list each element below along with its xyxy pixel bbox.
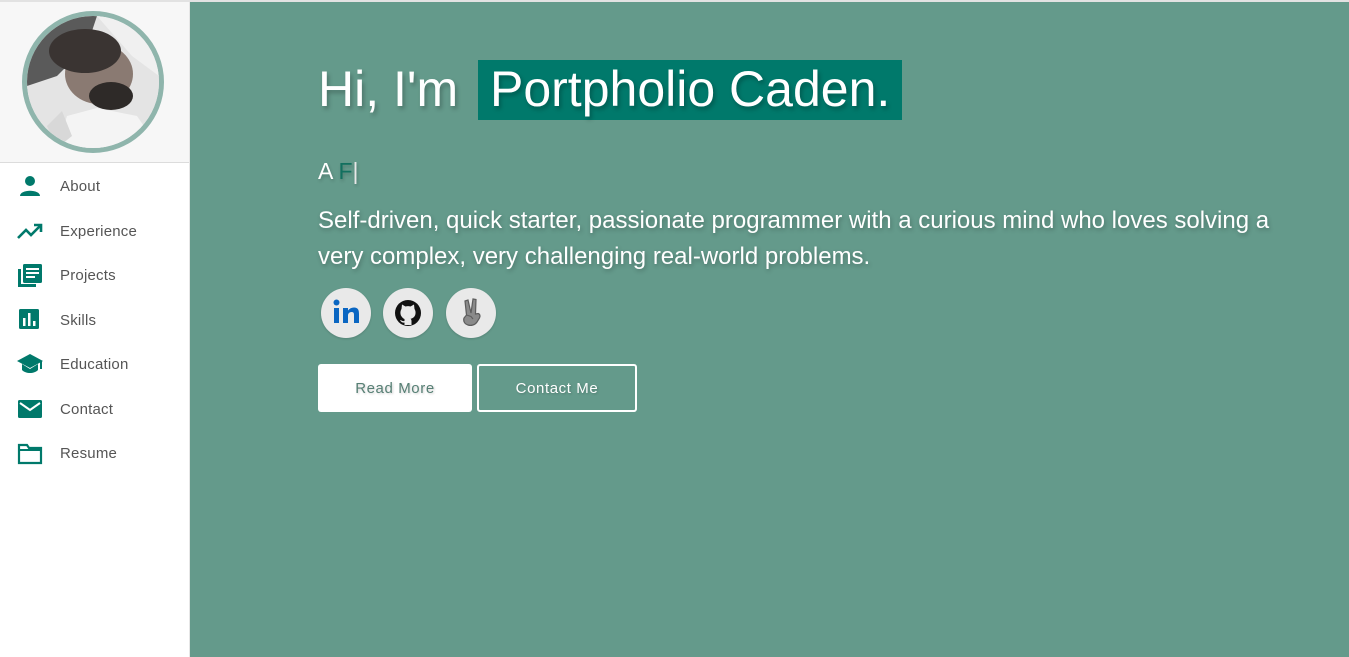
hero-title: Hi, I'm Portpholio Caden. <box>318 60 903 120</box>
sidebar-item-label: Projects <box>60 267 116 284</box>
sidebar-item-skills[interactable]: Skills <box>0 302 189 338</box>
peace-hand-icon <box>463 298 481 326</box>
sidebar: About Experience Projects Skills Educati… <box>0 2 190 657</box>
trending-up-icon <box>16 219 44 245</box>
read-more-button[interactable]: Read More <box>318 364 472 412</box>
sidebar-item-label: Experience <box>60 223 138 240</box>
github-icon <box>395 300 421 326</box>
graduation-cap-icon <box>16 352 44 378</box>
hero-bio: Self-driven, quick starter, passionate p… <box>318 207 1270 270</box>
sidebar-item-label: Skills <box>60 312 97 329</box>
linkedin-link[interactable] <box>321 288 371 338</box>
sidebar-item-about[interactable]: About <box>0 168 189 204</box>
sidebar-item-education[interactable]: Education <box>0 346 189 382</box>
peace-link[interactable] <box>446 288 496 338</box>
sidebar-item-experience[interactable]: Experience <box>0 213 189 249</box>
typing-cursor: | <box>352 158 359 184</box>
sidebar-item-projects[interactable]: Projects <box>0 257 189 293</box>
sidebar-item-label: About <box>60 178 101 195</box>
sidebar-item-label: Contact <box>60 401 114 418</box>
avatar <box>22 11 164 153</box>
avatar-photo <box>27 16 159 148</box>
github-link[interactable] <box>383 288 433 338</box>
hero-section: Hi, I'm Portpholio Caden. A F| Self-driv… <box>190 2 1349 657</box>
person-icon <box>16 174 44 200</box>
sidebar-item-contact[interactable]: Contact <box>0 391 189 427</box>
contact-me-button[interactable]: Contact Me <box>477 364 637 412</box>
bar-chart-icon <box>16 308 44 334</box>
sidebar-item-label: Education <box>60 356 129 373</box>
typed-subtitle: A F| <box>318 158 359 185</box>
hero-greeting: Hi, I'm <box>318 61 459 117</box>
profile-header <box>0 2 189 163</box>
folder-icon <box>16 441 44 467</box>
sidebar-item-label: Resume <box>60 445 118 462</box>
sidebar-item-resume[interactable]: Resume <box>0 435 189 471</box>
typed-prefix: A <box>318 158 339 184</box>
hero-name: Portpholio Caden. <box>478 60 903 120</box>
typed-text: F <box>338 158 353 184</box>
library-books-icon <box>16 263 44 289</box>
linkedin-icon <box>333 299 359 323</box>
envelope-icon <box>16 397 44 423</box>
